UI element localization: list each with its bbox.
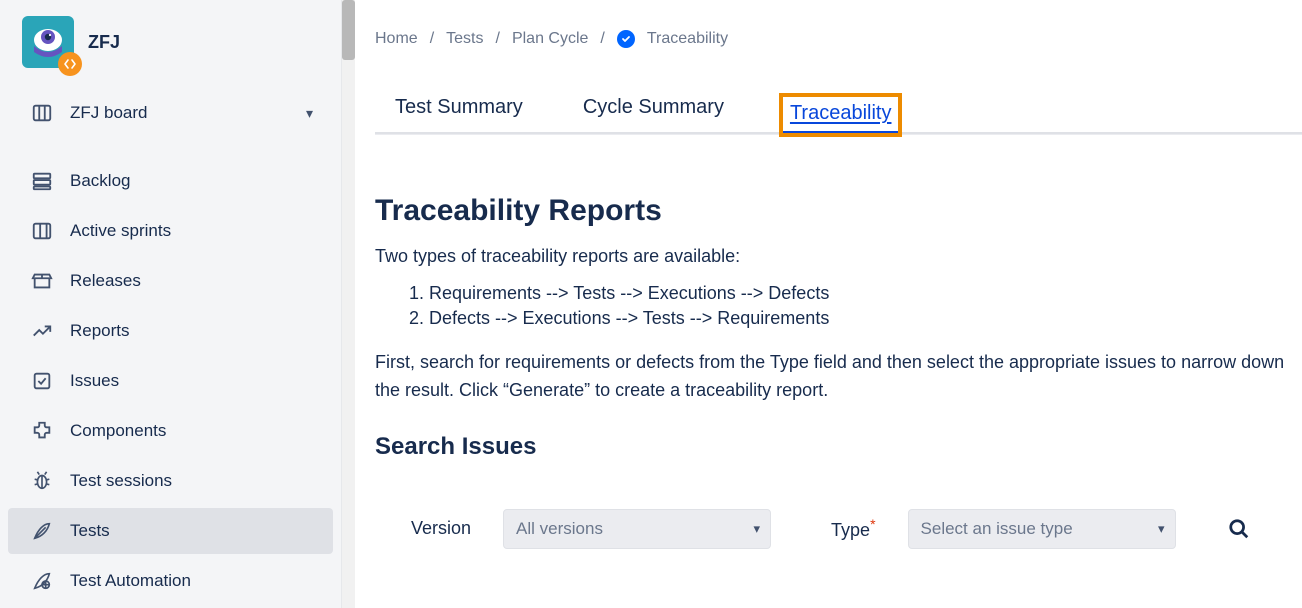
- version-select[interactable]: All versions ▾: [503, 509, 771, 549]
- breadcrumb-sep: /: [600, 30, 604, 48]
- sidebar-item-backlog[interactable]: Backlog: [8, 158, 333, 204]
- sidebar-item-components[interactable]: Components: [8, 408, 333, 454]
- intro-text: Two types of traceability reports are av…: [375, 246, 1302, 267]
- tab-cycle-summary[interactable]: Cycle Summary: [581, 96, 726, 132]
- sidebar-item-board[interactable]: ZFJ board ▾: [8, 90, 333, 136]
- list-item: Requirements --> Tests --> Executions --…: [429, 283, 1302, 304]
- breadcrumb-sep: /: [495, 30, 499, 48]
- breadcrumb-sep: /: [430, 30, 434, 48]
- chevron-down-icon: ▾: [754, 521, 761, 537]
- sidebar-item-label: Issues: [70, 371, 313, 391]
- report-types-list: Requirements --> Tests --> Executions --…: [429, 283, 1302, 329]
- page-title: Traceability Reports: [375, 194, 1302, 228]
- type-select[interactable]: Select an issue type ▾: [908, 509, 1176, 549]
- sidebar-item-label: Components: [70, 421, 313, 441]
- sidebar-item-test-automation[interactable]: Test Automation: [8, 558, 333, 604]
- sidebar-item-label: Reports: [70, 321, 313, 341]
- breadcrumb-plan-cycle[interactable]: Plan Cycle: [512, 30, 588, 48]
- chevron-down-icon: ▾: [1158, 521, 1165, 537]
- instructions-text: First, search for requirements or defect…: [375, 349, 1302, 405]
- search-form: Version All versions ▾ Type* Select an i…: [375, 509, 1302, 549]
- chevron-down-icon: ▾: [306, 105, 313, 122]
- sprints-icon: [30, 219, 54, 243]
- project-name: ZFJ: [88, 32, 120, 53]
- tab-traceability[interactable]: Traceability: [782, 96, 900, 134]
- list-item: Defects --> Executions --> Tests --> Req…: [429, 308, 1302, 329]
- reports-icon: [30, 319, 54, 343]
- search-heading: Search Issues: [375, 433, 1302, 461]
- breadcrumb-tests[interactable]: Tests: [446, 30, 483, 48]
- releases-icon: [30, 269, 54, 293]
- feather-icon: [30, 519, 54, 543]
- scrollbar-thumb[interactable]: [342, 0, 355, 60]
- sidebar-item-label: Test sessions: [70, 471, 313, 491]
- project-avatar: [22, 16, 74, 68]
- project-header: ZFJ: [0, 10, 341, 88]
- version-label: Version: [411, 518, 471, 539]
- type-value: Select an issue type: [921, 519, 1073, 539]
- components-icon: [30, 419, 54, 443]
- sidebar-item-label: Active sprints: [70, 221, 313, 241]
- main-content: Home / Tests / Plan Cycle / Traceability…: [342, 0, 1302, 608]
- tab-test-summary[interactable]: Test Summary: [393, 96, 525, 132]
- integration-badge-icon: [58, 52, 82, 76]
- search-icon: [1228, 518, 1250, 540]
- type-label: Type*: [831, 516, 875, 541]
- issues-icon: [30, 369, 54, 393]
- sidebar-item-test-sessions[interactable]: Test sessions: [8, 458, 333, 504]
- sidebar-scrollbar[interactable]: [342, 0, 355, 608]
- sidebar-item-label: Tests: [70, 521, 313, 541]
- backlog-icon: [30, 169, 54, 193]
- sidebar-item-label: Releases: [70, 271, 313, 291]
- sidebar-item-label: Backlog: [70, 171, 313, 191]
- sidebar: ZFJ ZFJ board ▾ Backlog Active sprints: [0, 0, 342, 608]
- bug-icon: [30, 469, 54, 493]
- breadcrumb-home[interactable]: Home: [375, 30, 418, 48]
- sidebar-item-releases[interactable]: Releases: [8, 258, 333, 304]
- automation-icon: [30, 569, 54, 593]
- sidebar-item-active-sprints[interactable]: Active sprints: [8, 208, 333, 254]
- search-button[interactable]: [1222, 512, 1256, 546]
- tabs: Test Summary Cycle Summary Traceability: [375, 96, 1302, 134]
- sidebar-item-reports[interactable]: Reports: [8, 308, 333, 354]
- sidebar-item-label: ZFJ board: [70, 103, 290, 123]
- version-value: All versions: [516, 519, 603, 539]
- breadcrumb-current: Traceability: [647, 30, 728, 48]
- sidebar-item-tests[interactable]: Tests: [8, 508, 333, 554]
- sidebar-item-issues[interactable]: Issues: [8, 358, 333, 404]
- check-icon: [617, 30, 635, 48]
- sidebar-item-label: Test Automation: [70, 571, 313, 591]
- breadcrumb: Home / Tests / Plan Cycle / Traceability: [375, 30, 1302, 48]
- board-icon: [30, 101, 54, 125]
